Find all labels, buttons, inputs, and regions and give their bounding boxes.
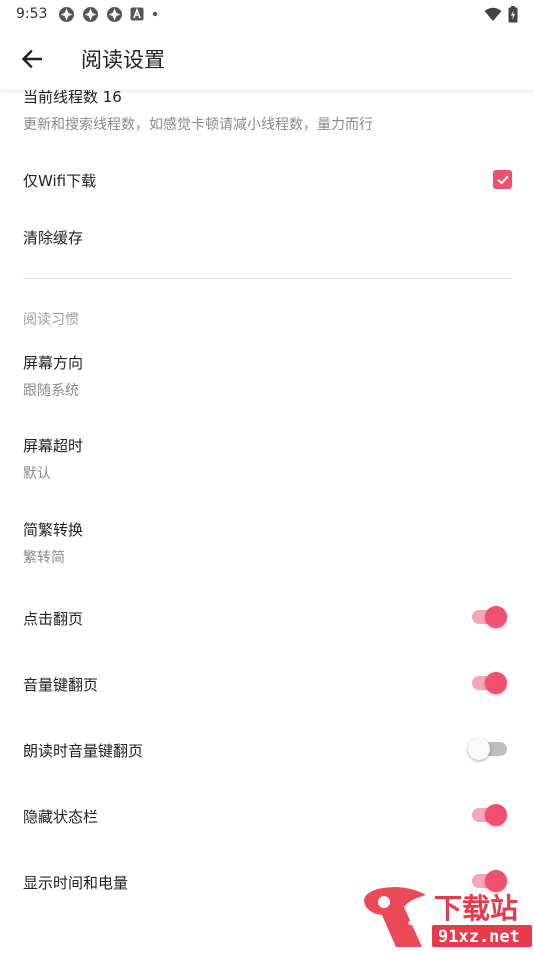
setting-tap-page-turn[interactable]: 点击翻页 [0,590,534,646]
section-header-reading-habits: 阅读习惯 [23,312,79,328]
setting-value: 默认 [23,466,51,482]
setting-title: 点击翻页 [23,610,84,628]
setting-read-aloud-volume-key[interactable]: 朗读时音量键翻页 [0,722,534,778]
tap-page-turn-switch[interactable] [470,605,510,629]
watermark: 9 下载站 91xz.net [360,885,534,950]
check-icon [497,175,508,184]
page-title: 阅读设置 [81,48,165,72]
switch-thumb [468,738,490,760]
app-notification-icon [107,6,123,22]
status-time: 9:53 [16,6,48,22]
setting-screen-timeout[interactable]: 屏幕超时 默认 [0,425,534,499]
setting-title: 屏幕方向 [23,354,84,372]
setting-hide-status-bar[interactable]: 隐藏状态栏 [0,788,534,844]
setting-screen-orientation[interactable]: 屏幕方向 跟随系统 [0,342,534,416]
dot-icon [153,11,158,17]
arrow-left-icon [22,50,42,68]
watermark-text: 下载站 [434,892,518,925]
read-aloud-volume-key-switch[interactable] [468,737,513,761]
battery-charging-icon [508,5,518,22]
setting-wifi-download[interactable]: 仅Wifi下载 [0,150,534,210]
setting-title: 朗读时音量键翻页 [23,742,144,760]
setting-thread-count[interactable]: 当前线程数 16 更新和搜索线程数，如感觉卡顿请减小线程数，量力而行 [0,90,534,138]
setting-value: 繁转简 [23,550,65,566]
app-notification-icon [59,6,75,22]
hide-status-bar-switch[interactable] [470,803,510,827]
setting-title: 清除缓存 [23,229,84,247]
switch-thumb [485,606,507,628]
setting-volume-key-page-turn[interactable]: 音量键翻页 [0,656,534,712]
setting-clear-cache[interactable]: 清除缓存 [0,210,534,266]
status-right [484,5,518,23]
watermark-domain: 91xz.net [438,927,520,947]
status-left: 9:53 [16,6,159,23]
toolbar: 阅读设置 [0,28,534,90]
setting-title: 音量键翻页 [23,676,99,694]
watermark-logo-text: 9 [406,902,424,932]
status-bar: 9:53 [0,0,534,28]
settings-list[interactable]: 当前线程数 16 更新和搜索线程数，如感觉卡顿请减小线程数，量力而行 仅Wifi… [0,90,534,950]
setting-title: 显示时间和电量 [23,874,129,892]
setting-title: 隐藏状态栏 [23,808,99,826]
wifi-icon [484,7,502,21]
volume-key-page-turn-switch[interactable] [470,671,510,695]
setting-title: 屏幕超时 [23,437,84,455]
setting-title: 简繁转换 [23,521,84,539]
back-button[interactable] [17,44,47,74]
switch-thumb [485,672,507,694]
setting-title: 仅Wifi下载 [23,172,97,190]
setting-subtitle: 更新和搜索线程数，如感觉卡顿请减小线程数，量力而行 [23,117,373,133]
wifi-download-checkbox[interactable] [493,170,512,189]
setting-value: 跟随系统 [23,383,79,399]
setting-chinese-conversion[interactable]: 简繁转换 繁转简 [0,509,534,583]
setting-title: 当前线程数 16 [23,90,122,106]
a-badge-icon [130,7,144,21]
switch-thumb [485,804,507,826]
app-notification-icon [83,6,99,22]
watermark-logo: 9 下载站 91xz.net [364,887,532,947]
divider [23,278,512,279]
